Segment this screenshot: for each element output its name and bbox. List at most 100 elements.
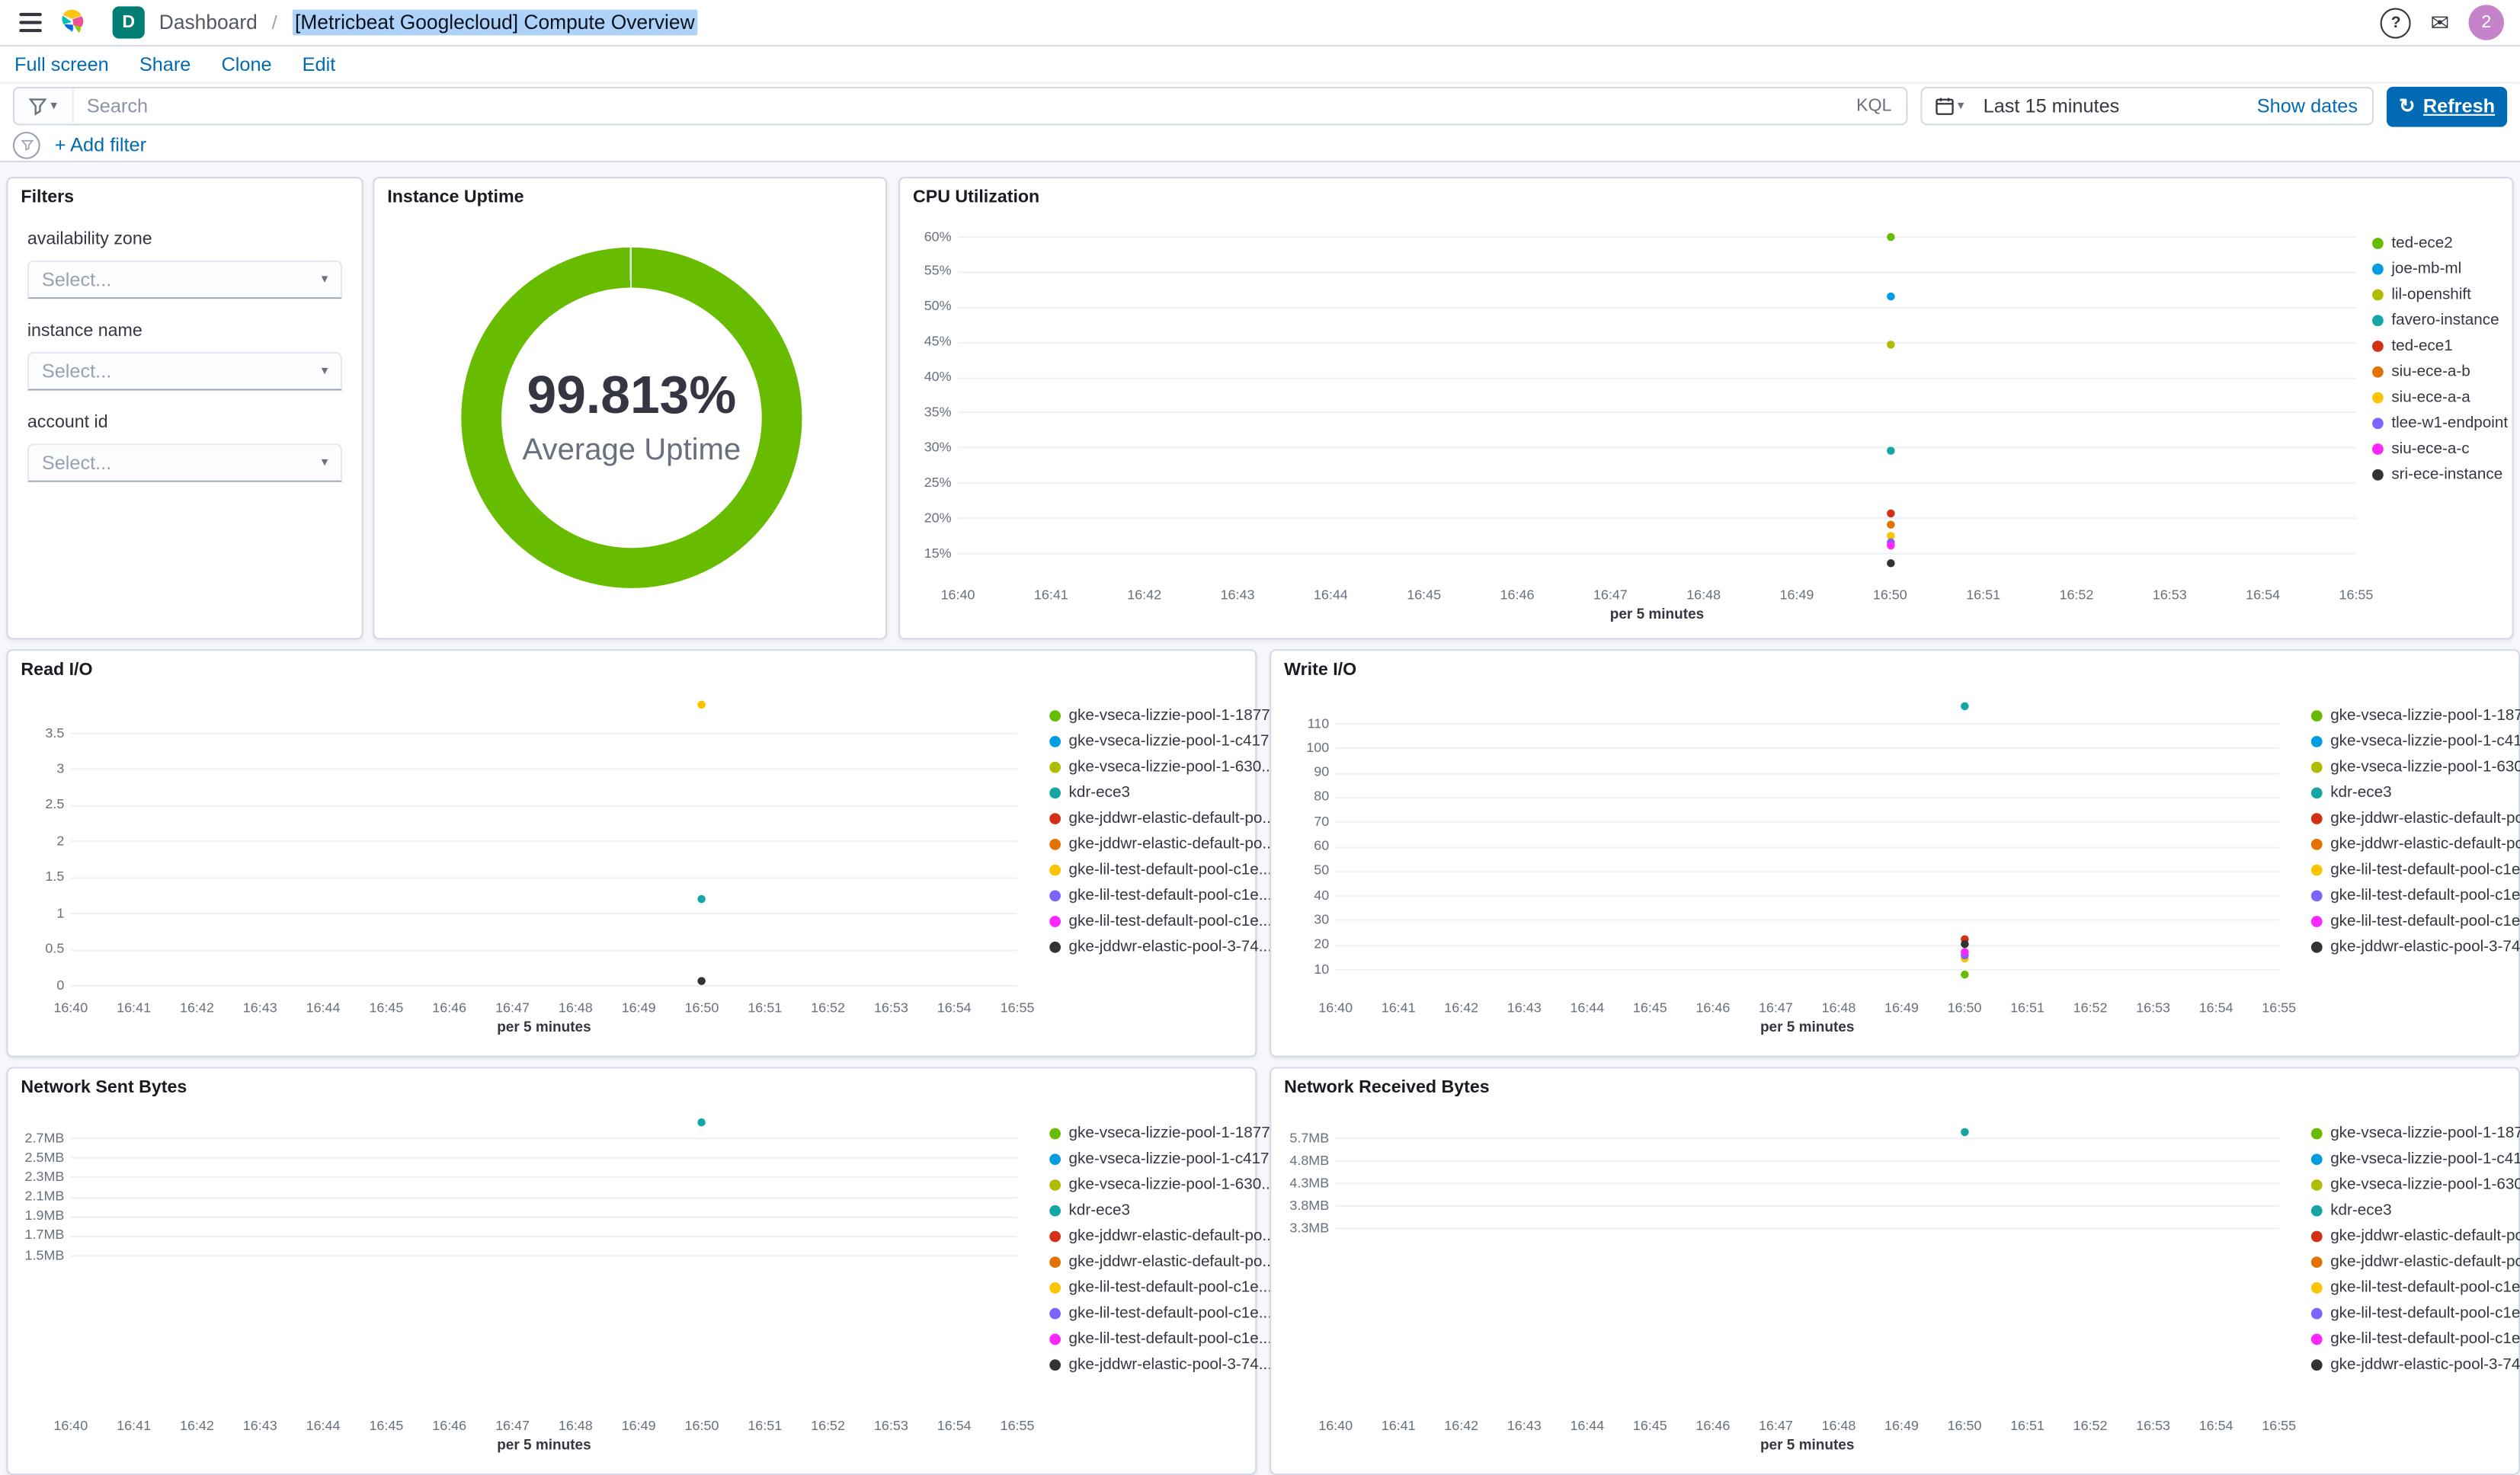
legend-swatch	[1049, 864, 1061, 876]
legend-item[interactable]: gke-jddwr-elastic-default-po...	[1049, 831, 1276, 857]
legend-item[interactable]: gke-jddwr-elastic-default-po...	[2310, 1224, 2520, 1249]
legend-item[interactable]: kdr-ece3	[2310, 1198, 2511, 1224]
x-axis-label: 16:50	[1947, 999, 1982, 1016]
legend-item[interactable]: gke-jddwr-elastic-default-po...	[1049, 1224, 1276, 1249]
legend-item[interactable]: siu-ece-a-c	[2372, 437, 2520, 462]
legend-item[interactable]: gke-lil-test-default-pool-c1e...	[2310, 857, 2520, 883]
saved-query-button[interactable]: ▾	[14, 88, 75, 124]
page-title[interactable]: [Metricbeat Googlecloud] Compute Overvie…	[291, 9, 698, 36]
gridline	[70, 1137, 1018, 1140]
legend-item[interactable]: gke-vseca-lizzie-pool-1-c417...	[1049, 728, 1282, 754]
time-range-label[interactable]: Last 15 minutes	[1977, 94, 2120, 117]
instance-name-select[interactable]: Select... ▾	[27, 351, 343, 391]
legend-item[interactable]: kdr-ece3	[1049, 1198, 1249, 1224]
legend-item[interactable]: ted-ece1	[2372, 333, 2520, 359]
legend-swatch	[2372, 289, 2384, 300]
legend-swatch	[2310, 709, 2323, 722]
legend-item[interactable]: gke-lil-test-default-pool-c1e...	[1049, 909, 1272, 935]
space-badge[interactable]: D	[112, 6, 145, 39]
share-link[interactable]: Share	[139, 53, 191, 76]
legend-item[interactable]: gke-lil-test-default-pool-c1e...	[2310, 1275, 2520, 1301]
refresh-button[interactable]: ↻ Refresh	[2387, 85, 2508, 126]
menu-icon[interactable]	[16, 10, 45, 36]
availability-zone-select[interactable]: Select... ▾	[27, 260, 343, 299]
breadcrumb[interactable]: Dashboard	[159, 11, 258, 34]
y-axis-label: 70	[1314, 812, 1330, 829]
legend-item[interactable]: gke-lil-test-default-pool-c1e...	[1049, 857, 1272, 883]
legend-item[interactable]: gke-vseca-lizzie-pool-1-1877...	[2310, 1120, 2520, 1146]
legend-item[interactable]: gke-vseca-lizzie-pool-1-630...	[1049, 1172, 1274, 1198]
legend-item[interactable]: gke-lil-test-default-pool-c1e...	[2310, 1327, 2520, 1353]
legend-label: siu-ece-a-a	[2391, 389, 2470, 407]
legend-item[interactable]: kdr-ece3	[2310, 780, 2511, 806]
elastic-logo[interactable]	[59, 8, 88, 37]
legend-item[interactable]: sri-ece-instance	[2372, 462, 2520, 488]
legend-swatch	[2372, 237, 2384, 248]
panel-instance-uptime: Instance Uptime 99.813% Average Uptime	[373, 177, 888, 640]
panel-read-io: Read I/O 3.5 3 2.5 2 1.5 1 0.5 0 16:40 16:41 16:42…	[6, 649, 1283, 1057]
legend-item[interactable]: gke-jddwr-elastic-pool-3-74...	[1049, 1353, 1272, 1379]
legend-item[interactable]: gke-vseca-lizzie-pool-1-c417...	[1049, 1146, 1282, 1172]
legend-item[interactable]: kdr-ece3	[1049, 780, 1249, 806]
y-axis-label: 1.9MB	[24, 1207, 65, 1224]
query-language-button[interactable]: KQL	[1842, 97, 1906, 116]
mail-icon[interactable]: ✉	[2431, 11, 2450, 34]
legend-item[interactable]: gke-lil-test-default-pool-c1e...	[2310, 1301, 2520, 1327]
search-input[interactable]	[74, 94, 1842, 117]
legend-item[interactable]: gke-lil-test-default-pool-c1e...	[2310, 883, 2520, 909]
legend-item[interactable]: gke-vseca-lizzie-pool-1-630...	[2310, 1172, 2520, 1198]
legend-item[interactable]: favero-instance	[2372, 307, 2520, 333]
filter-options-icon[interactable]	[12, 130, 40, 158]
legend-item[interactable]: gke-lil-test-default-pool-c1e...	[2310, 909, 2520, 935]
gridline	[70, 913, 1018, 915]
x-axis-label: 16:45	[1632, 1417, 1667, 1434]
help-icon[interactable]: ?	[2381, 7, 2412, 38]
legend-item[interactable]: lil-openshift	[2372, 281, 2520, 307]
legend-item[interactable]: gke-lil-test-default-pool-c1e...	[1049, 883, 1272, 909]
legend-item[interactable]: gke-vseca-lizzie-pool-1-c417...	[2310, 1146, 2520, 1172]
edit-link[interactable]: Edit	[303, 53, 336, 76]
gridline	[1335, 821, 2279, 824]
legend-item[interactable]: gke-vseca-lizzie-pool-1-630...	[2310, 754, 2520, 780]
legend-item[interactable]: gke-vseca-lizzie-pool-1-c417...	[2310, 728, 2520, 754]
legend-item[interactable]: gke-jddwr-elastic-default-po...	[1049, 805, 1276, 831]
legend-item[interactable]: gke-lil-test-default-pool-c1e...	[1049, 1275, 1272, 1301]
legend-item[interactable]: ted-ece2	[2372, 230, 2520, 256]
legend-item[interactable]: gke-vseca-lizzie-pool-1-630...	[1049, 754, 1274, 780]
legend-item[interactable]: gke-jddwr-elastic-default-po...	[1049, 1249, 1276, 1275]
legend-swatch	[1049, 1334, 1061, 1345]
legend-item[interactable]: tlee-w1-endpoint	[2372, 411, 2520, 437]
data-point	[1886, 446, 1894, 455]
account-id-select[interactable]: Select... ▾	[27, 443, 343, 482]
legend-swatch	[1049, 1230, 1061, 1243]
calendar-button[interactable]: ▾	[1922, 88, 1977, 123]
user-avatar[interactable]: 2	[2468, 5, 2504, 40]
show-dates-link[interactable]: Show dates	[2257, 94, 2372, 117]
legend-item[interactable]: gke-vseca-lizzie-pool-1-1877...	[2310, 702, 2520, 728]
legend-label: gke-vseca-lizzie-pool-1-1877...	[1068, 706, 1283, 725]
legend-item[interactable]: gke-jddwr-elastic-default-po...	[2310, 805, 2520, 831]
clone-link[interactable]: Clone	[221, 53, 271, 76]
legend-item[interactable]: gke-lil-test-default-pool-c1e...	[1049, 1327, 1272, 1353]
legend-item[interactable]: gke-lil-test-default-pool-c1e...	[1049, 1301, 1272, 1327]
legend-item[interactable]: gke-vseca-lizzie-pool-1-1877...	[1049, 1120, 1283, 1146]
legend-item[interactable]: gke-jddwr-elastic-default-po...	[2310, 1249, 2520, 1275]
legend-item[interactable]: gke-jddwr-elastic-pool-3-74...	[2310, 1353, 2520, 1379]
y-axis-label: 1.5	[45, 868, 65, 885]
legend-item[interactable]: gke-jddwr-elastic-pool-3-74...	[1049, 935, 1272, 961]
legend-item[interactable]: gke-jddwr-elastic-pool-3-74...	[2310, 935, 2520, 961]
add-filter-button[interactable]: + Add filter	[55, 133, 146, 156]
legend-item[interactable]: siu-ece-a-b	[2372, 359, 2520, 385]
legend-item[interactable]: gke-vseca-lizzie-pool-1-1877...	[1049, 702, 1283, 728]
y-axis-label: 1.7MB	[24, 1226, 65, 1243]
legend-item[interactable]: gke-jddwr-elastic-default-po...	[2310, 831, 2520, 857]
x-axis-title: per 5 minutes	[1760, 1436, 1855, 1453]
legend-item[interactable]: joe-mb-ml	[2372, 256, 2520, 282]
chart-legend: ted-ece2 joe-mb-ml lil-openshift favero-ins…	[2372, 230, 2520, 488]
dashboard-grid: Filters availability zone Select... ▾ in…	[0, 162, 2520, 1475]
x-axis-label: 16:55	[2339, 586, 2374, 603]
fullscreen-link[interactable]: Full screen	[14, 53, 109, 76]
x-axis-label: 16:40	[1318, 1417, 1353, 1434]
legend-label: gke-jddwr-elastic-pool-3-74...	[2330, 939, 2520, 957]
legend-item[interactable]: siu-ece-a-a	[2372, 385, 2520, 411]
